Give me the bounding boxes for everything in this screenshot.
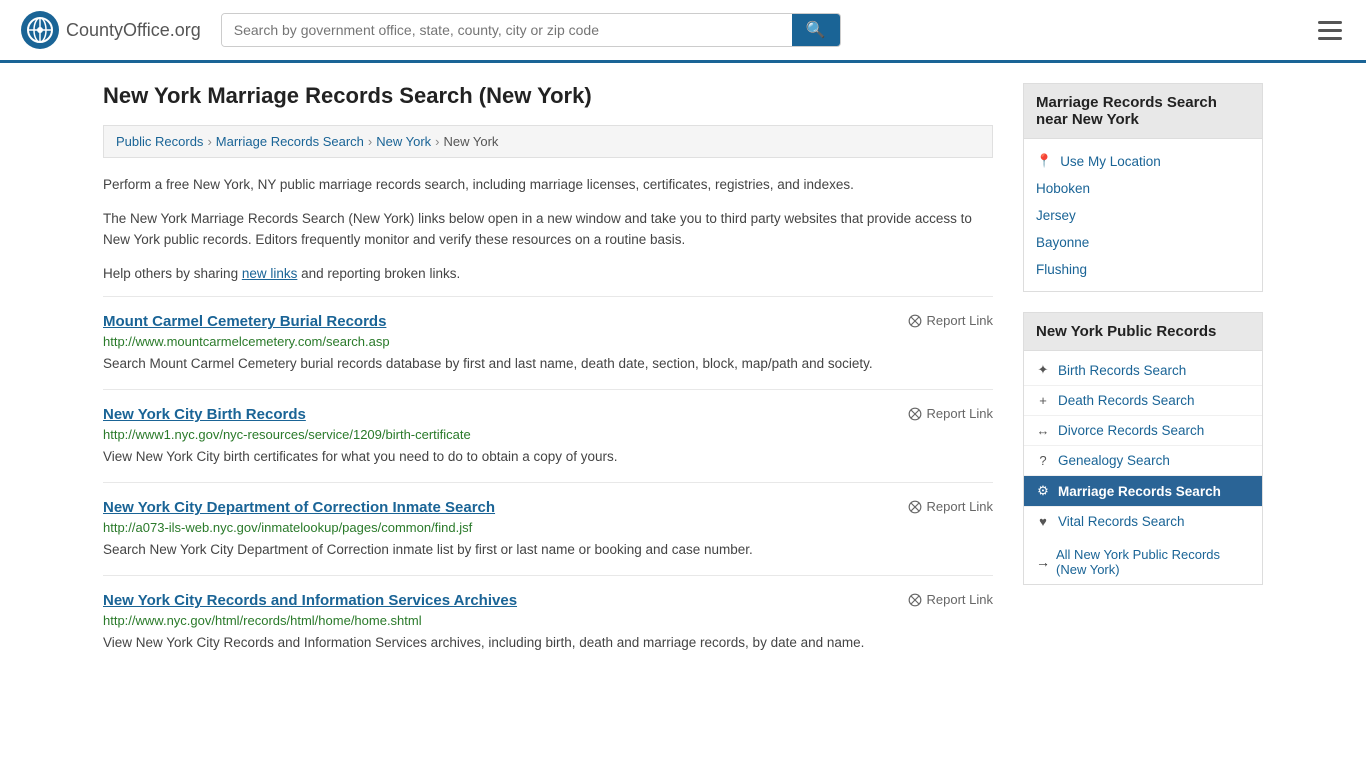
description-para3: Help others by sharing new links and rep… <box>103 263 993 285</box>
use-my-location-item[interactable]: 📍 Use My Location <box>1024 147 1262 175</box>
breadcrumb: Public Records › Marriage Records Search… <box>103 125 993 158</box>
sidebar-record-icon-4: ⚙ <box>1036 483 1050 499</box>
record-item: Mount Carmel Cemetery Burial Records Rep… <box>103 296 993 389</box>
breadcrumb-sep-2: › <box>368 134 372 149</box>
sidebar-record-link-4[interactable]: Marriage Records Search <box>1058 484 1221 499</box>
all-records-item[interactable]: → All New York Public Records (New York) <box>1024 540 1262 584</box>
sidebar-record-icon-5: ♥ <box>1036 514 1050 529</box>
pin-icon: 📍 <box>1036 153 1052 169</box>
breadcrumb-sep-3: › <box>435 134 439 149</box>
hamburger-menu-button[interactable] <box>1314 17 1346 44</box>
report-icon-0 <box>908 314 922 328</box>
sidebar-public-records-title: New York Public Records <box>1024 313 1262 351</box>
content-area: New York Marriage Records Search (New Yo… <box>103 83 993 668</box>
description-para2: The New York Marriage Records Search (Ne… <box>103 208 993 251</box>
record-url-1[interactable]: http://www1.nyc.gov/nyc-resources/servic… <box>103 427 993 442</box>
all-records-arrow-icon: → <box>1036 554 1050 570</box>
sidebar-record-item-3[interactable]: ? Genealogy Search <box>1024 446 1262 476</box>
record-desc-3: View New York City Records and Informati… <box>103 633 993 654</box>
sidebar-record-icon-1: + <box>1036 393 1050 408</box>
nearby-place-item[interactable]: Jersey <box>1024 202 1262 229</box>
sidebar-record-item-1[interactable]: + Death Records Search <box>1024 386 1262 416</box>
sidebar-record-item-5[interactable]: ♥ Vital Records Search <box>1024 507 1262 536</box>
logo-text: CountyOffice.org <box>66 20 201 41</box>
nearby-place-link-2[interactable]: Bayonne <box>1036 235 1089 250</box>
nearby-place-link-3[interactable]: Flushing <box>1036 262 1087 277</box>
record-title-0[interactable]: Mount Carmel Cemetery Burial Records <box>103 313 386 330</box>
sidebar-record-item-2[interactable]: ↔ Divorce Records Search <box>1024 416 1262 446</box>
page-title: New York Marriage Records Search (New Yo… <box>103 83 993 109</box>
record-title-2[interactable]: New York City Department of Correction I… <box>103 499 495 516</box>
new-links-link[interactable]: new links <box>242 266 298 281</box>
nearby-place-item[interactable]: Hoboken <box>1024 175 1262 202</box>
sidebar-record-item-4[interactable]: ⚙ Marriage Records Search <box>1024 476 1262 507</box>
description-para1: Perform a free New York, NY public marri… <box>103 174 993 196</box>
report-link-1[interactable]: Report Link <box>908 406 993 421</box>
record-url-0[interactable]: http://www.mountcarmelcemetery.com/searc… <box>103 334 993 349</box>
record-item: New York City Records and Information Se… <box>103 575 993 668</box>
main-container: New York Marriage Records Search (New Yo… <box>83 63 1283 688</box>
sidebar-nearby-section: Marriage Records Search near New York 📍 … <box>1023 83 1263 292</box>
record-item: New York City Department of Correction I… <box>103 482 993 575</box>
sidebar-public-records-section: New York Public Records ✦ Birth Records … <box>1023 312 1263 585</box>
report-icon-2 <box>908 500 922 514</box>
sidebar-nearby-list: 📍 Use My Location Hoboken Jersey Bayonne Fl… <box>1024 139 1262 291</box>
record-url-2[interactable]: http://a073-ils-web.nyc.gov/inmatelookup… <box>103 520 993 535</box>
breadcrumb-sep-1: › <box>207 134 211 149</box>
nearby-place-item[interactable]: Bayonne <box>1024 229 1262 256</box>
use-my-location-link[interactable]: Use My Location <box>1060 154 1161 169</box>
record-title-3[interactable]: New York City Records and Information Se… <box>103 592 517 609</box>
nearby-place-item[interactable]: Flushing <box>1024 256 1262 283</box>
sidebar-nearby-title: Marriage Records Search near New York <box>1024 84 1262 139</box>
sidebar-record-item-0[interactable]: ✦ Birth Records Search <box>1024 355 1262 386</box>
sidebar-record-icon-2: ↔ <box>1036 423 1050 438</box>
search-button[interactable]: 🔍 <box>792 14 840 46</box>
sidebar-record-link-3[interactable]: Genealogy Search <box>1058 453 1170 468</box>
menu-line-1 <box>1318 21 1342 24</box>
search-input[interactable] <box>222 14 792 46</box>
report-icon-1 <box>908 407 922 421</box>
sidebar-record-link-2[interactable]: Divorce Records Search <box>1058 423 1204 438</box>
report-link-0[interactable]: Report Link <box>908 313 993 328</box>
report-link-3[interactable]: Report Link <box>908 592 993 607</box>
sidebar-record-icon-3: ? <box>1036 453 1050 468</box>
sidebar: Marriage Records Search near New York 📍 … <box>1023 83 1263 668</box>
sidebar-record-link-0[interactable]: Birth Records Search <box>1058 363 1186 378</box>
report-link-2[interactable]: Report Link <box>908 499 993 514</box>
sidebar-record-icon-0: ✦ <box>1036 362 1050 378</box>
record-desc-1: View New York City birth certificates fo… <box>103 447 993 468</box>
report-icon-3 <box>908 593 922 607</box>
sidebar-record-link-5[interactable]: Vital Records Search <box>1058 514 1185 529</box>
all-records-link[interactable]: All New York Public Records (New York) <box>1056 547 1250 577</box>
search-bar: 🔍 <box>221 13 841 47</box>
record-desc-2: Search New York City Department of Corre… <box>103 540 993 561</box>
sidebar-records-list: ✦ Birth Records Search + Death Records S… <box>1024 351 1262 540</box>
logo-area[interactable]: CountyOffice.org <box>20 10 201 50</box>
menu-line-2 <box>1318 29 1342 32</box>
records-container: Mount Carmel Cemetery Burial Records Rep… <box>103 296 993 668</box>
menu-line-3 <box>1318 37 1342 40</box>
record-title-1[interactable]: New York City Birth Records <box>103 406 306 423</box>
breadcrumb-current: New York <box>444 134 499 149</box>
breadcrumb-link-public-records[interactable]: Public Records <box>116 134 203 149</box>
nearby-places-container: Hoboken Jersey Bayonne Flushing <box>1024 175 1262 283</box>
record-item: New York City Birth Records Report Link … <box>103 389 993 482</box>
nearby-place-link-1[interactable]: Jersey <box>1036 208 1076 223</box>
breadcrumb-link-marriage-records-search[interactable]: Marriage Records Search <box>216 134 364 149</box>
breadcrumb-link-new-york-state[interactable]: New York <box>376 134 431 149</box>
logo-icon <box>20 10 60 50</box>
record-url-3[interactable]: http://www.nyc.gov/html/records/html/hom… <box>103 613 993 628</box>
nearby-place-link-0[interactable]: Hoboken <box>1036 181 1090 196</box>
record-desc-0: Search Mount Carmel Cemetery burial reco… <box>103 354 993 375</box>
site-header: CountyOffice.org 🔍 <box>0 0 1366 63</box>
sidebar-record-link-1[interactable]: Death Records Search <box>1058 393 1195 408</box>
